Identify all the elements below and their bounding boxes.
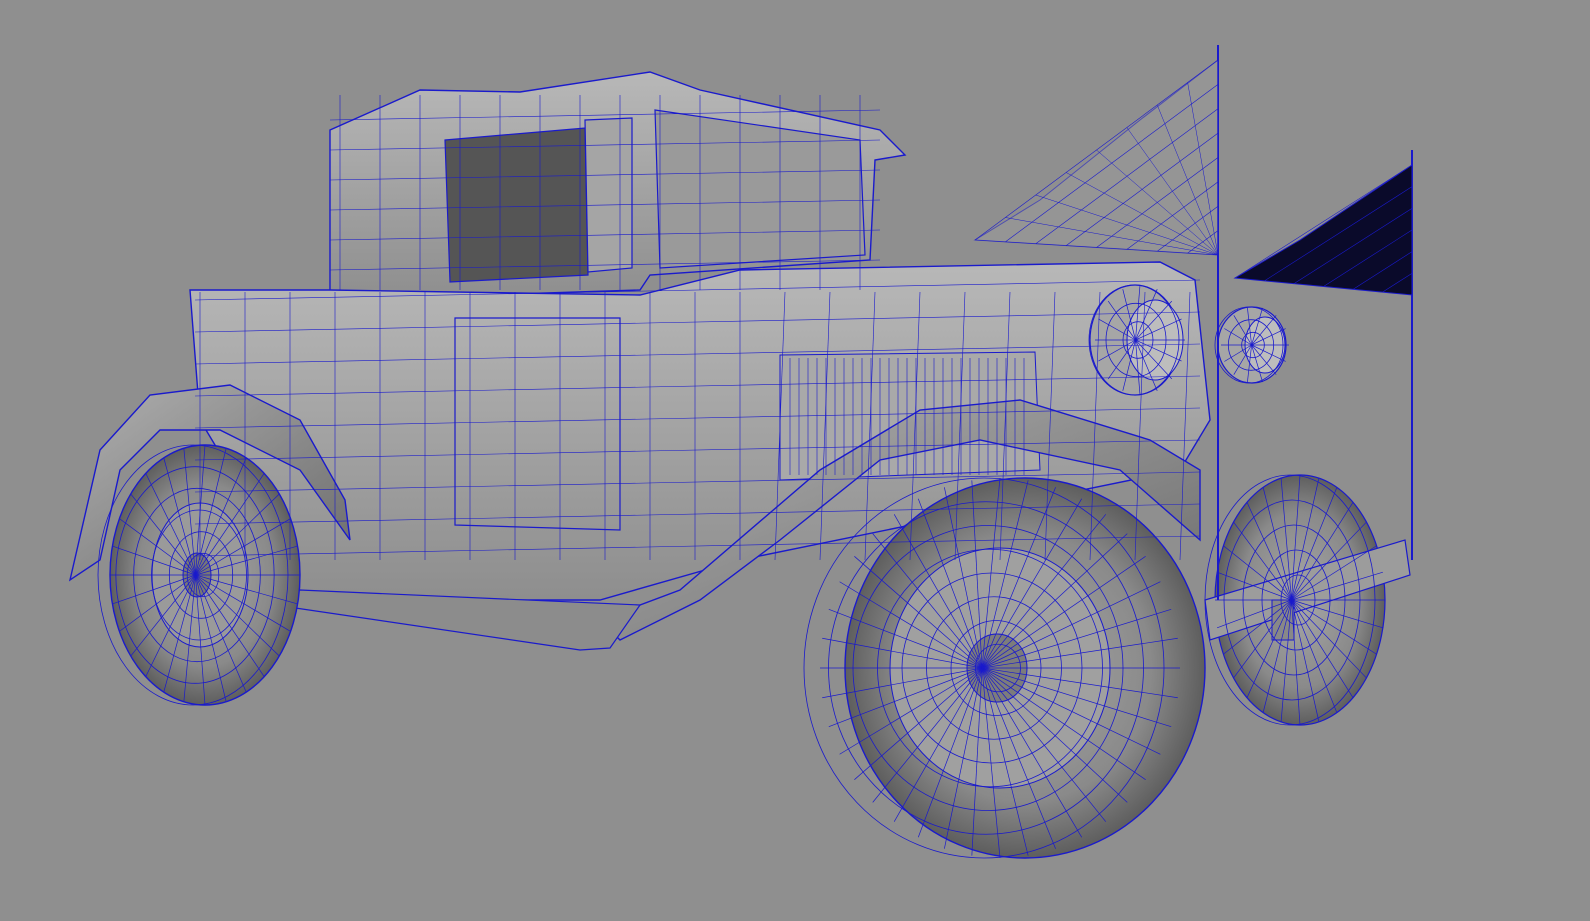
car-wireframe-model[interactable] <box>0 0 1590 921</box>
3d-viewport[interactable] <box>0 0 1590 921</box>
car-roof <box>329 71 907 301</box>
